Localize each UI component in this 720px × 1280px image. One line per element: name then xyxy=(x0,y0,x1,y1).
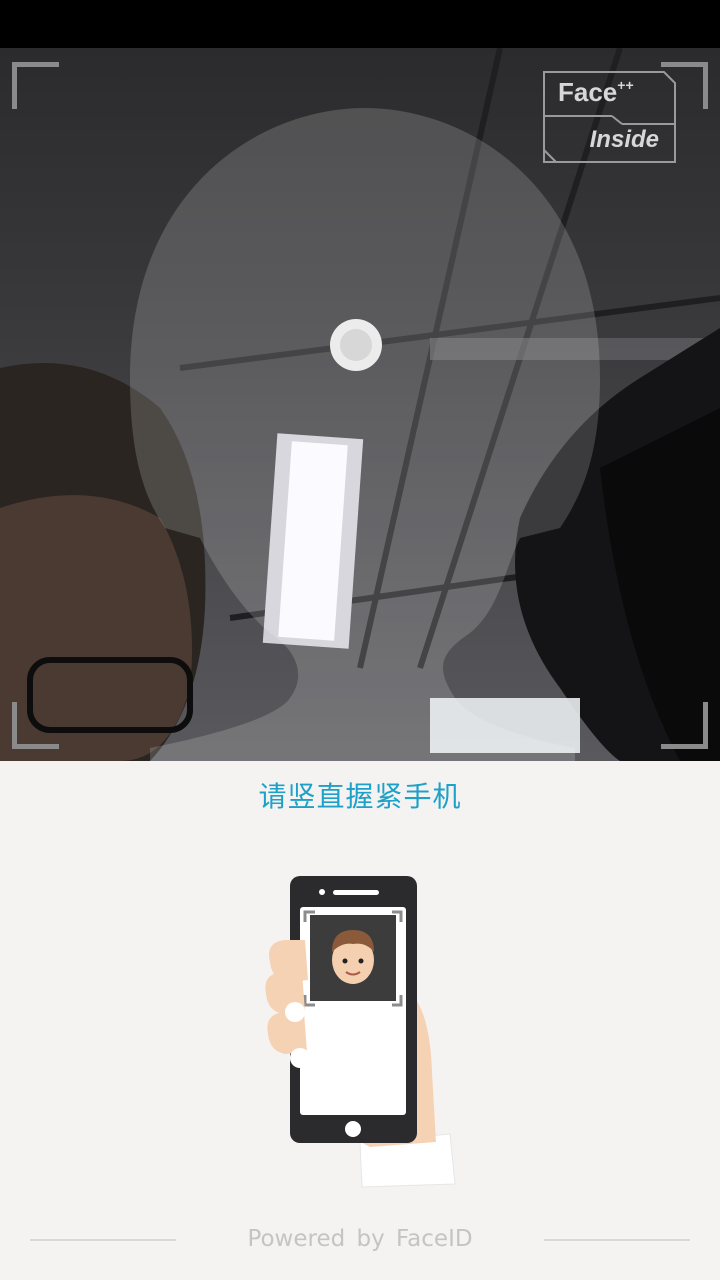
instruction-prompt: 请竖直握紧手机 xyxy=(258,780,462,813)
frame-corner-bottom-left xyxy=(12,702,59,749)
face-outline-overlay xyxy=(130,108,600,761)
frame-corner-top-left xyxy=(12,62,59,109)
face-avatar-icon xyxy=(332,930,374,984)
frame-corner-bottom-right xyxy=(661,702,708,749)
status-bar xyxy=(0,0,720,48)
hold-phone-illustration xyxy=(265,876,456,1188)
face-plus-plus-badge: Face++ Inside xyxy=(542,70,677,165)
camera-preview: Face++ Inside xyxy=(0,48,720,761)
powered-by-label: Powered by FaceID xyxy=(247,1226,473,1252)
